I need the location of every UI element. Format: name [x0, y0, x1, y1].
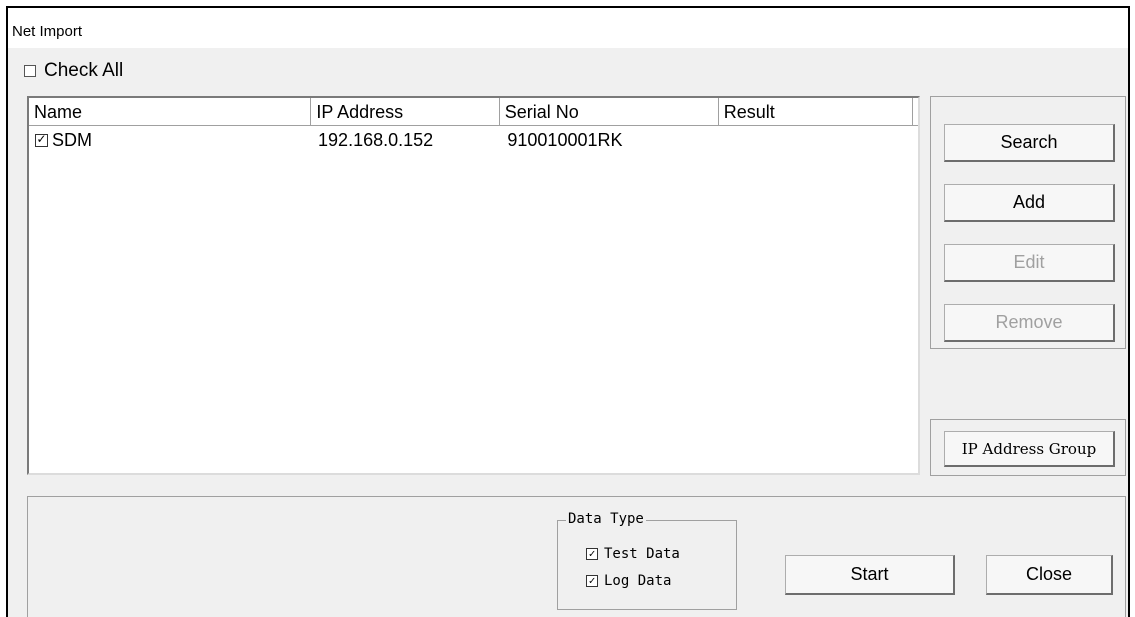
row-checkbox[interactable]: ✓ — [35, 131, 48, 147]
data-type-label: Data Type — [566, 511, 646, 527]
cell-name: ✓ SDM — [29, 130, 313, 151]
device-list[interactable]: Name IP Address Serial No Result ✓ SDM 1… — [27, 96, 920, 475]
column-header-ip-address[interactable]: IP Address — [311, 98, 500, 126]
data-type-group: Data Type ✓ Test Data ✓ Log Data — [557, 511, 737, 610]
check-all-control[interactable]: Check All — [24, 60, 123, 82]
column-header-filler — [912, 98, 918, 126]
test-data-checkbox[interactable]: ✓ — [586, 547, 598, 560]
start-button[interactable]: Start — [785, 555, 955, 595]
close-button[interactable]: Close — [986, 555, 1113, 595]
row-serial-no: 910010001RK — [507, 129, 623, 150]
window-title: Net Import — [12, 23, 83, 40]
remove-button[interactable]: Remove — [944, 304, 1115, 342]
row-ip-address: 192.168.0.152 — [318, 129, 434, 150]
column-header-result[interactable]: Result — [718, 98, 913, 126]
column-header-serial-no[interactable]: Serial No — [499, 98, 719, 126]
log-data-label: Log Data — [604, 573, 672, 589]
log-data-checkbox[interactable]: ✓ — [586, 574, 598, 587]
column-header-name[interactable]: Name — [29, 98, 312, 126]
search-button[interactable]: Search — [944, 124, 1115, 162]
title-bar: Net Import — [8, 8, 1128, 48]
ip-address-group-button[interactable]: IP Address Group — [944, 431, 1115, 467]
edit-button[interactable]: Edit — [944, 244, 1115, 282]
list-header: Name IP Address Serial No Result — [29, 98, 918, 126]
row-name: SDM — [52, 129, 92, 150]
add-button[interactable]: Add — [944, 184, 1115, 222]
check-mark-icon: ✓ — [588, 574, 596, 587]
check-all-checkbox[interactable] — [24, 65, 36, 77]
log-data-option[interactable]: ✓ Log Data — [586, 573, 671, 589]
check-mark-icon: ✓ — [36, 131, 47, 146]
test-data-option[interactable]: ✓ Test Data — [586, 546, 680, 562]
check-mark-icon: ✓ — [588, 547, 596, 560]
test-data-label: Test Data — [604, 546, 680, 562]
check-all-label: Check All — [44, 60, 124, 81]
table-row[interactable]: ✓ SDM 192.168.0.152 910010001RK — [29, 126, 918, 154]
